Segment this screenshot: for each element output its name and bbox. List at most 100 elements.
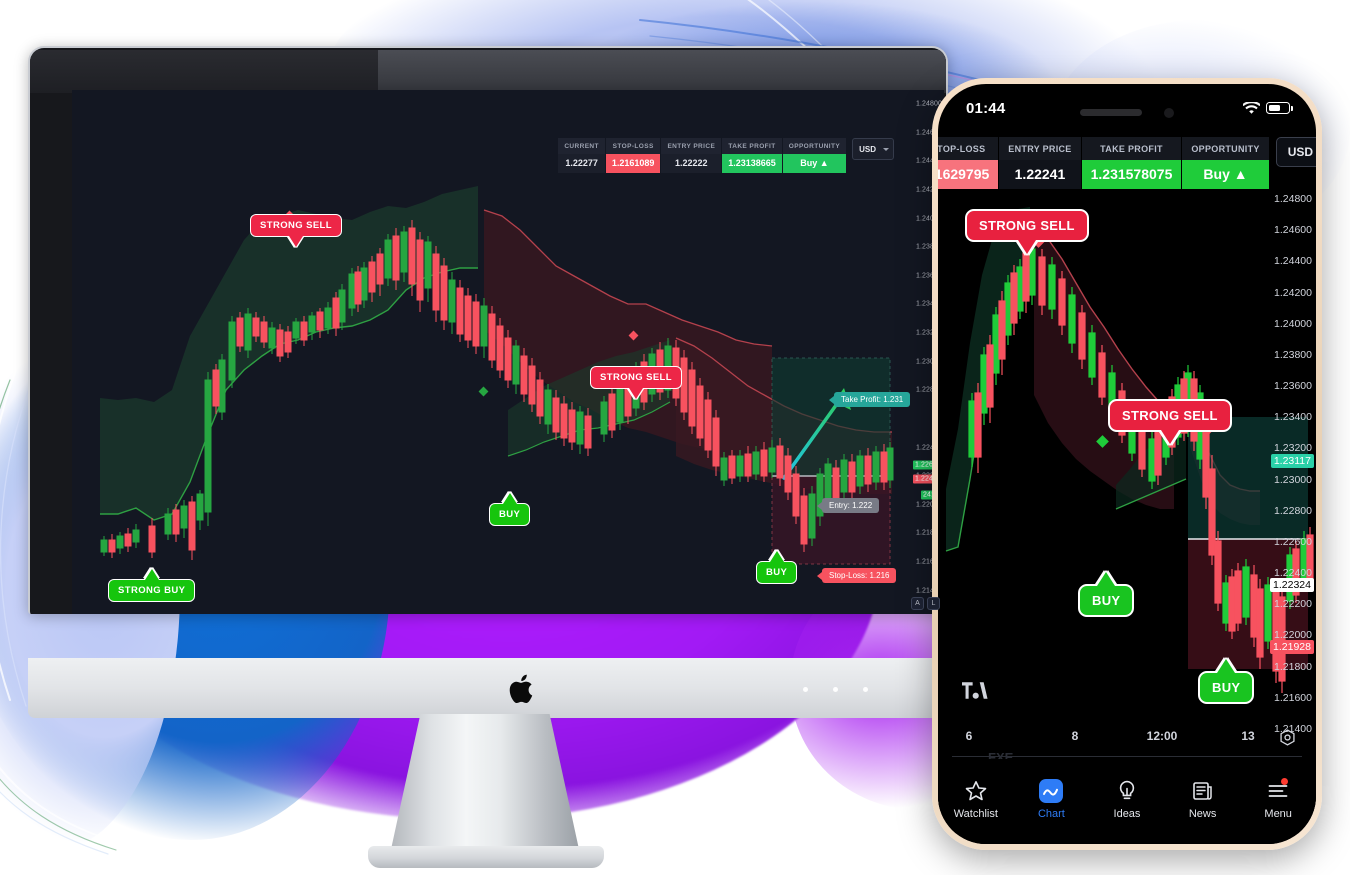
currency-select[interactable]: USD [852,138,894,160]
nub-icon [817,501,822,510]
chart-settings-icon[interactable] [1279,729,1296,746]
screenshot-root: 1.24800 1.24600 1.24400 1.24200 1.24000 1.238… [0,0,1350,875]
info-column-header: TAKE PROFIT [722,138,782,154]
desktop-signal-info-strip: CURRENT 1.22277 STOP-LOSS 1.2161089 ENTRY PR… [558,138,894,173]
info-column-value: 1.2161089 [605,154,661,173]
nav-item-watchlist[interactable]: Watchlist [938,779,1014,820]
chin-dot-3 [863,687,868,692]
mobile-chart-area[interactable]: 1.24800 1.24600 1.24400 1.24200 1.24000 1.238… [938,179,1316,819]
mobile-signal-badge-buy-1[interactable]: BUY [1078,572,1135,617]
mobile-bottom-nav: Watchlist Chart Ideas News Menu [938,770,1316,844]
iphone-device: 01:44 STOP-LOSS21629795ENTRY PRICE1.2224… [932,78,1322,850]
wifi-icon [1243,101,1260,114]
star-icon [964,779,988,803]
signal-badge-buy-1[interactable]: BUY [489,493,531,526]
info-column-current: CURRENT 1.22277 [558,138,605,173]
status-time: 01:44 [966,99,1006,117]
nav-item-menu[interactable]: Menu [1240,778,1316,820]
nav-item-label: Watchlist [953,808,998,820]
mobile-info-column-header: OPPORTUNITY [1182,137,1269,160]
nav-item-label: Chart [1037,808,1065,820]
axis-button-a[interactable]: A [911,597,924,610]
mobile-info-column-header: ENTRY PRICE [999,137,1081,160]
mobile-currency-select[interactable]: USD [1275,137,1316,167]
info-column-opportunity: OPPORTUNITY Buy ▲ [782,138,847,173]
mobile-info-column-stop-loss: STOP-LOSS21629795 [938,137,999,189]
level-label-entry[interactable]: Entry: 1.222 [817,498,880,513]
nav-item-chart[interactable]: Chart [1014,779,1090,820]
status-indicators [1243,101,1293,115]
battery-icon [1266,102,1293,114]
mobile-price-axis-tick: 1.23000 [1274,473,1312,486]
nav-item-news[interactable]: News [1165,779,1241,820]
mobile-info-column-take-profit: TAKE PROFIT 1.231578075 [1081,137,1182,189]
mobile-price-axis-tick: 1.23400 [1274,411,1312,424]
signal-label: BUY [499,509,521,520]
nub-icon [817,571,822,580]
signal-badge-strong-sell-2[interactable]: STRONG SELL [590,366,682,399]
chevron-down-icon [883,147,889,151]
axis-button-l[interactable]: L [927,597,940,610]
signal-label: STRONG BUY [118,585,186,596]
chin-dot-1 [803,687,808,692]
mobile-info-column-header: TAKE PROFIT [1081,137,1182,160]
mobile-price-axis-tick: 1.24800 [1274,193,1312,205]
mobile-signal-info-strip: STOP-LOSS21629795ENTRY PRICE1.22241TAKE … [938,137,1316,189]
info-column-header: STOP-LOSS [605,138,661,154]
signal-label: STRONG SELL [260,220,332,231]
mobile-info-column-header: STOP-LOSS [938,137,999,160]
info-column-value[interactable]: Buy ▲ [782,154,847,173]
signal-badge-strong-buy[interactable]: STRONG BUY [108,569,196,602]
lightbulb-icon [1115,779,1139,803]
nav-item-label: Ideas [1113,808,1141,820]
mobile-price-axis-tick: 1.23600 [1274,380,1312,393]
imac-stand-neck [390,714,580,854]
signal-badge-strong-sell-1[interactable]: STRONG SELL [250,214,342,247]
axis-scale-buttons: AL [911,597,940,610]
nav-item-label: News [1188,808,1217,820]
mobile-price-axis-tick: 1.22600 [1274,535,1312,548]
mobile-price-axis[interactable]: 1.24800 1.24600 1.24400 1.24200 1.24000 1.238… [1254,179,1316,739]
mobile-price-axis-tick: 1.23200 [1274,442,1312,455]
info-column-header: OPPORTUNITY [782,138,847,154]
imac-device: 1.24800 1.24600 1.24400 1.24200 1.24000 1.238… [28,46,948,868]
badge-tail-icon [769,551,784,562]
nub-icon [829,395,834,404]
nav-item-ideas[interactable]: Ideas [1089,779,1165,820]
imac-top-bezel-sheen [378,50,946,93]
mobile-price-axis-tick: 1.21800 [1274,660,1312,673]
signal-badge-buy-2[interactable]: BUY [756,551,798,584]
mobile-info-column-entry-price: ENTRY PRICE 1.22241 [999,137,1081,189]
earpiece-speaker-icon [1080,109,1142,116]
mobile-info-column-value: 1.22241 [999,160,1081,189]
badge-tail-icon [1160,430,1179,444]
imac-chin [28,658,948,718]
front-camera-icon [1164,107,1174,118]
mobile-price-axis-tick: 1.24000 [1274,317,1312,330]
mobile-price-axis-tick: 1.24600 [1274,224,1312,237]
level-label-stop-loss[interactable]: Stop-Loss: 1.216 [817,568,897,583]
badge-tail-icon [1217,659,1236,673]
info-column-value: 1.22222 [661,154,722,173]
dynamic-island [1069,97,1185,128]
mobile-signal-badge-strong-sell-1[interactable]: STRONG SELL [965,209,1089,254]
mobile-price-axis-tick: 1.22800 [1274,504,1312,517]
mobile-price-axis-tick: 1.24200 [1274,286,1312,299]
chart-icon [1038,779,1064,803]
info-column-entry-price: ENTRY PRICE 1.22222 [661,138,722,173]
info-column-stop-loss: STOP-LOSS 1.2161089 [605,138,661,173]
badge-tail-icon [628,388,643,399]
mobile-signal-badge-buy-2[interactable]: BUY [1198,659,1255,704]
info-column-value: 1.23138665 [722,154,782,173]
mobile-time-axis-tick: 12:00 [1146,729,1178,743]
nav-item-label: Menu [1264,808,1292,820]
signal-label: BUY [1092,593,1121,608]
mobile-time-axis-tick: 6 [965,729,973,743]
mobile-info-column-value[interactable]: Buy ▲ [1182,160,1269,189]
level-label-take-profit[interactable]: Take Profit: 1.231 [829,392,911,407]
mobile-signal-badge-strong-sell-2[interactable]: STRONG SELL [1108,399,1232,444]
badge-tail-icon [502,493,517,504]
mobile-price-axis-tick: 1.21600 [1274,691,1312,704]
info-column-take-profit: TAKE PROFIT 1.23138665 [722,138,782,173]
apple-logo-icon [509,674,533,703]
